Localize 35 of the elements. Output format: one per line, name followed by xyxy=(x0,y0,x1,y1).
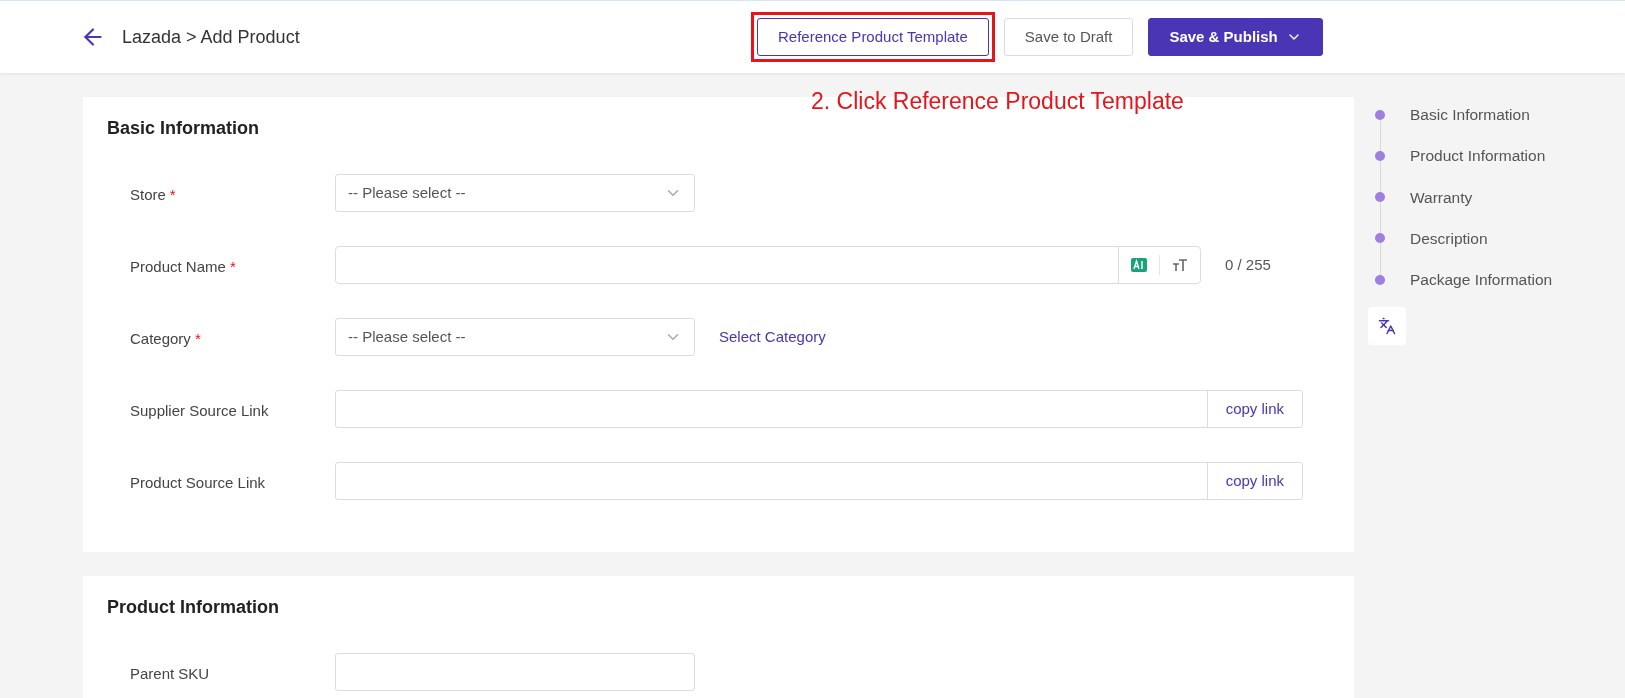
select-field[interactable]: -- Please select -- xyxy=(335,318,695,356)
character-counter: 0 / 255 xyxy=(1225,254,1271,275)
required-mark: * xyxy=(229,258,236,275)
required-mark: * xyxy=(194,330,201,347)
section-title: Basic Information xyxy=(107,117,260,140)
input-field[interactable]: copy link xyxy=(335,462,1303,500)
field-label: Product Source Link xyxy=(130,474,266,491)
translate-button[interactable] xyxy=(1368,307,1406,346)
translate-icon xyxy=(1378,317,1396,336)
text-size-icon[interactable] xyxy=(1172,258,1188,272)
select-category-link[interactable]: Select Category xyxy=(719,325,826,349)
field-label: Category xyxy=(130,330,191,347)
save-publish-button[interactable]: Save & Publish xyxy=(1148,18,1323,56)
input-field[interactable]: copy link xyxy=(335,390,1303,428)
section-nav-link[interactable]: Product Information xyxy=(1410,144,1546,168)
copy-link-button[interactable]: copy link xyxy=(1206,391,1302,427)
select-field[interactable]: -- Please select -- xyxy=(335,174,695,212)
field-label: Product Name xyxy=(130,258,226,275)
section-nav-link[interactable]: Warranty xyxy=(1410,185,1473,209)
input-field[interactable] xyxy=(335,246,1201,284)
section-title: Product Information xyxy=(107,596,279,619)
annotation-text: 2. Click Reference Product Template xyxy=(811,87,1184,116)
section-nav-link[interactable]: Basic Information xyxy=(1410,103,1530,127)
required-mark: * xyxy=(169,186,176,203)
page-title: Lazada > Add Product xyxy=(122,25,300,49)
draft-button[interactable]: Save to Draft xyxy=(1003,18,1134,56)
field-label: Parent SKU xyxy=(130,665,210,682)
copy-link-button[interactable]: copy link xyxy=(1206,463,1302,499)
section-nav-link[interactable]: Description xyxy=(1410,226,1488,250)
field-label: Supplier Source Link xyxy=(130,402,269,419)
ai-icon[interactable] xyxy=(1131,258,1147,272)
template-button[interactable]: Reference Product Template xyxy=(757,18,989,56)
field-label: Store xyxy=(130,186,166,203)
input-field[interactable] xyxy=(335,653,695,691)
section-nav-link[interactable]: Package Information xyxy=(1410,268,1553,292)
